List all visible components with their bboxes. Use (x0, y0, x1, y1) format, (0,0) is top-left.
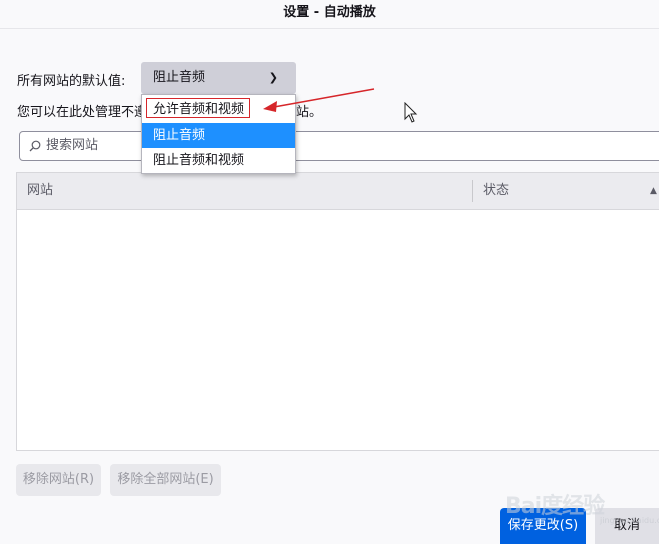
column-header-site[interactable]: 网站 (27, 173, 53, 209)
chevron-down-icon: ❯ (268, 71, 278, 84)
watermark-logo: Bai度经验 jingyan.baidu.com (505, 482, 659, 532)
sites-table: 网站 状态 ▲ (16, 172, 659, 451)
remove-all-sites-button[interactable]: 移除全部网站(E) (110, 464, 221, 496)
option-block-audio-video[interactable]: 阻止音频和视频 (142, 148, 295, 173)
sort-up-icon: ▲ (650, 186, 657, 196)
annotation-box (146, 98, 250, 118)
description-text: 您可以在此处管理不遵 站。 (17, 101, 322, 120)
search-input[interactable]: 搜索网站 (19, 131, 659, 161)
dialog-title: 设置 - 自动播放 (0, 0, 659, 29)
remove-site-button[interactable]: 移除网站(R) (16, 464, 101, 496)
option-label: 阻止音频 (153, 128, 206, 143)
magnifier-icon (29, 140, 41, 152)
watermark-subtext: jingyan.baidu.com (600, 516, 659, 525)
mouse-cursor-icon (404, 102, 418, 123)
option-label: 阻止音频和视频 (153, 153, 245, 168)
watermark-text: Bai度经验 (505, 494, 605, 519)
default-setting-dropdown: 允许音频和视频 阻止音频 阻止音频和视频 (141, 94, 296, 174)
search-placeholder: 搜索网站 (46, 138, 99, 153)
autoplay-settings-dialog: 设置 - 自动播放 所有网站的默认值: 阻止音频 ❯ 您可以在此处管理不遵 站。… (0, 0, 659, 544)
option-block-audio[interactable]: 阻止音频 (142, 123, 295, 148)
description-text-start: 您可以在此处管理不遵 (17, 105, 148, 120)
description-text-end: 站。 (296, 105, 323, 120)
default-setting-label: 所有网站的默认值: (17, 74, 126, 89)
column-divider[interactable] (472, 180, 473, 202)
default-setting-select[interactable]: 阻止音频 ❯ (141, 62, 296, 94)
default-setting-selected-value: 阻止音频 (153, 70, 206, 85)
column-header-status[interactable]: 状态 (483, 173, 509, 209)
table-header: 网站 状态 ▲ (17, 173, 659, 210)
